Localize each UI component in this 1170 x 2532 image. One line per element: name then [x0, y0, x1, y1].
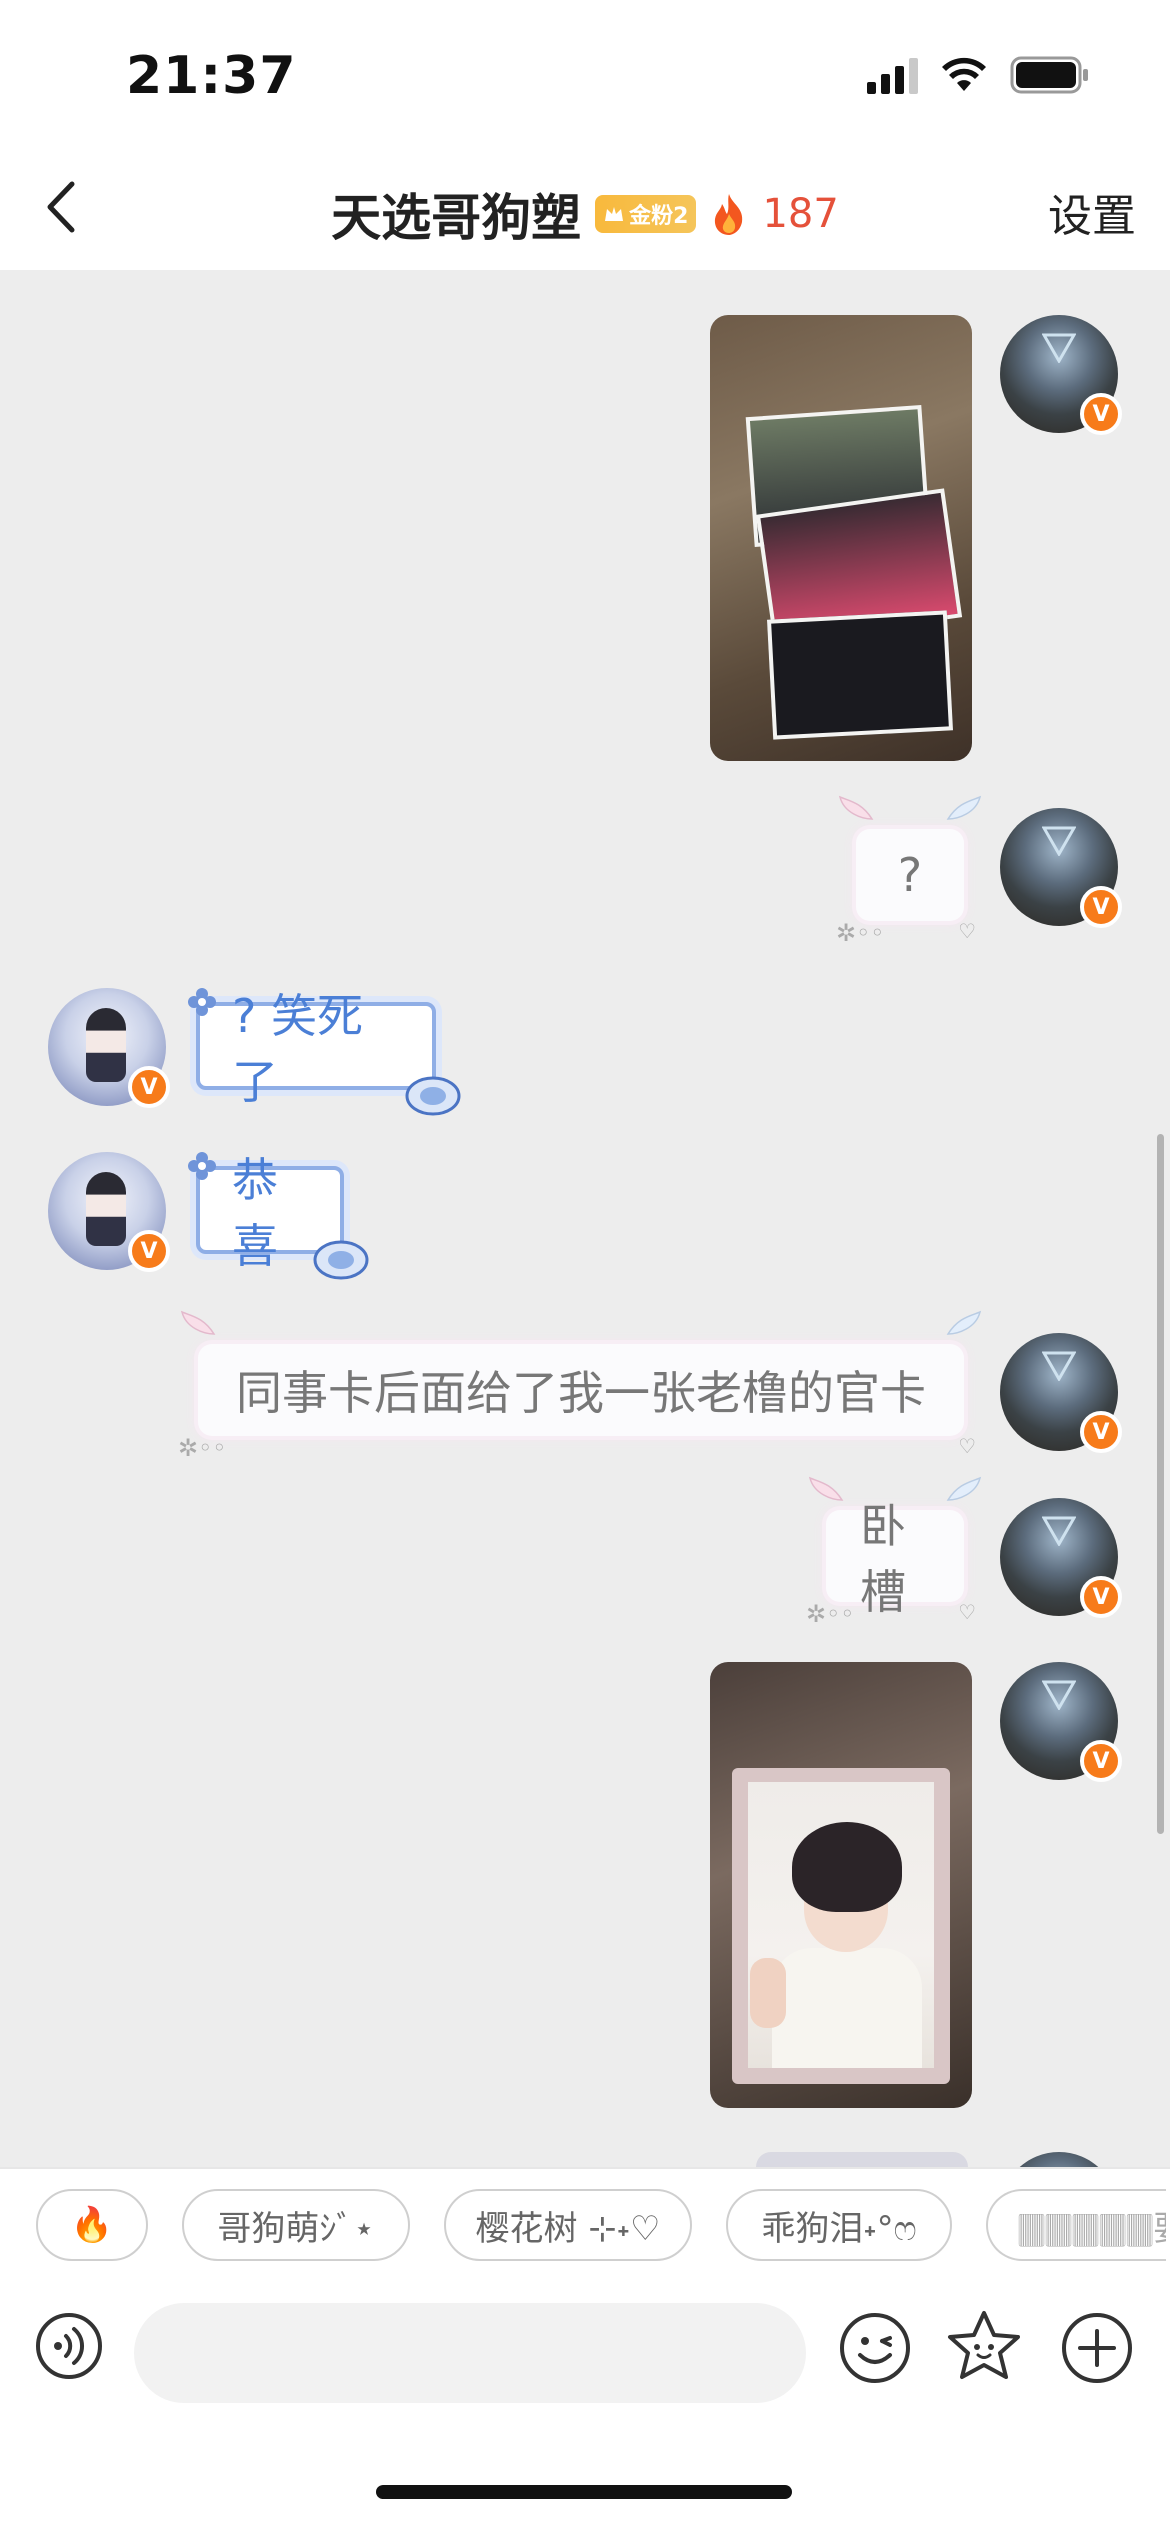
heart-icon: ♡	[958, 1434, 976, 1458]
sparkle-icon: ✲◦◦	[178, 1434, 227, 1462]
verified-badge-icon: V	[1080, 1576, 1122, 1618]
avatar[interactable]	[1000, 2152, 1118, 2167]
verified-badge-icon: V	[1080, 1740, 1122, 1782]
sparkle-icon: ✲◦◦	[806, 1600, 855, 1628]
verified-badge-icon: V	[128, 1066, 170, 1108]
image-message[interactable]	[756, 2152, 968, 2167]
emoji-icon[interactable]	[838, 2311, 912, 2385]
porcelain-plate-icon	[405, 1076, 461, 1116]
message-text: 卧槽	[860, 1499, 906, 1619]
photo-card	[766, 610, 954, 740]
image-message[interactable]	[710, 315, 972, 761]
cellular-signal-icon	[867, 56, 918, 94]
verified-badge-icon: V	[1080, 886, 1122, 928]
text-message[interactable]: 卧槽 ✲◦◦ ♡	[806, 1476, 982, 1628]
text-message[interactable]: 恭喜	[188, 1152, 369, 1280]
wing-icon	[838, 795, 874, 820]
message-input[interactable]	[134, 2303, 806, 2403]
voice-icon[interactable]	[34, 2311, 104, 2381]
image-message[interactable]	[710, 1662, 972, 2108]
text-message[interactable]: ? 笑死了	[188, 988, 461, 1116]
wing-icon	[946, 1476, 982, 1501]
heart-icon: ♡	[958, 1600, 976, 1624]
avatar[interactable]: V	[1000, 808, 1122, 928]
flower-icon	[188, 988, 216, 1016]
wing-icon	[180, 1310, 216, 1335]
battery-icon	[1010, 56, 1090, 94]
fan-level-badge: 金粉2	[595, 195, 697, 233]
verified-badge-icon: V	[1080, 1411, 1122, 1453]
fan-badge-label: 金粉2	[629, 204, 689, 229]
plus-icon[interactable]	[1060, 2311, 1134, 2385]
home-indicator[interactable]	[376, 2485, 792, 2499]
title-group[interactable]: 天选哥狗塑 金粉2 187	[0, 178, 1170, 250]
wing-icon	[946, 1310, 982, 1335]
message-text: ?	[897, 848, 923, 902]
chat-header: 天选哥狗塑 金粉2 187 设置	[0, 150, 1170, 272]
wifi-icon	[940, 57, 988, 93]
text-message[interactable]: ? ✲◦◦ ♡	[836, 795, 982, 947]
flower-icon	[188, 1152, 216, 1180]
message-text: 恭喜	[232, 1153, 278, 1273]
quick-reply-chip[interactable]: 🀫🀫🀫🀫🀫要	[986, 2189, 1166, 2261]
wing-icon	[946, 795, 982, 820]
verified-badge-icon: V	[128, 1230, 170, 1272]
quick-reply-bar: 🔥 哥狗萌ｼﾞ⋆ 樱花树 ⊹˖♡ 乖狗泪˖°ෆ 🀫🀫🀫🀫🀫要	[0, 2167, 1170, 2291]
text-message[interactable]: 同事卡后面给了我一张老橹的官卡 ✲◦◦ ♡	[178, 1310, 982, 1462]
quick-reply-chip[interactable]: 哥狗萌ｼﾞ⋆	[182, 2189, 410, 2261]
scrollbar[interactable]	[1157, 1134, 1164, 1834]
crown-icon	[605, 207, 624, 221]
message-list[interactable]: V ? ✲◦◦ ♡ V V ? 笑死了 V 恭喜 同事卡后面给了我一张老橹的官卡…	[0, 272, 1170, 2167]
quick-reply-chip[interactable]: 🔥	[36, 2189, 148, 2261]
settings-button[interactable]: 设置	[1048, 180, 1136, 244]
sticker-icon[interactable]	[944, 2307, 1024, 2387]
heart-icon: ♡	[958, 919, 976, 943]
flame-icon	[715, 194, 743, 235]
avatar[interactable]: V	[1000, 1498, 1122, 1618]
avatar[interactable]: V	[48, 988, 170, 1108]
sparkle-icon: ✲◦◦	[836, 919, 885, 947]
input-bar	[0, 2291, 1170, 2532]
status-time: 21:37	[126, 46, 297, 106]
avatar[interactable]: V	[1000, 1662, 1122, 1782]
avatar[interactable]: V	[48, 1152, 170, 1272]
quick-reply-chip[interactable]: 樱花树 ⊹˖♡	[444, 2189, 692, 2261]
fire-count: 187	[762, 191, 839, 237]
message-text: 同事卡后面给了我一张老橹的官卡	[236, 1366, 926, 1420]
porcelain-plate-icon	[313, 1240, 369, 1280]
quick-reply-chip[interactable]: 乖狗泪˖°ෆ	[726, 2189, 952, 2261]
status-icons	[867, 56, 1090, 94]
avatar[interactable]: V	[1000, 315, 1122, 435]
verified-badge-icon: V	[1080, 393, 1122, 435]
message-text: ? 笑死了	[232, 989, 364, 1109]
avatar[interactable]: V	[1000, 1333, 1122, 1453]
wing-icon	[808, 1476, 844, 1501]
chat-title: 天选哥狗塑	[331, 189, 582, 247]
status-bar: 21:37	[0, 0, 1170, 150]
